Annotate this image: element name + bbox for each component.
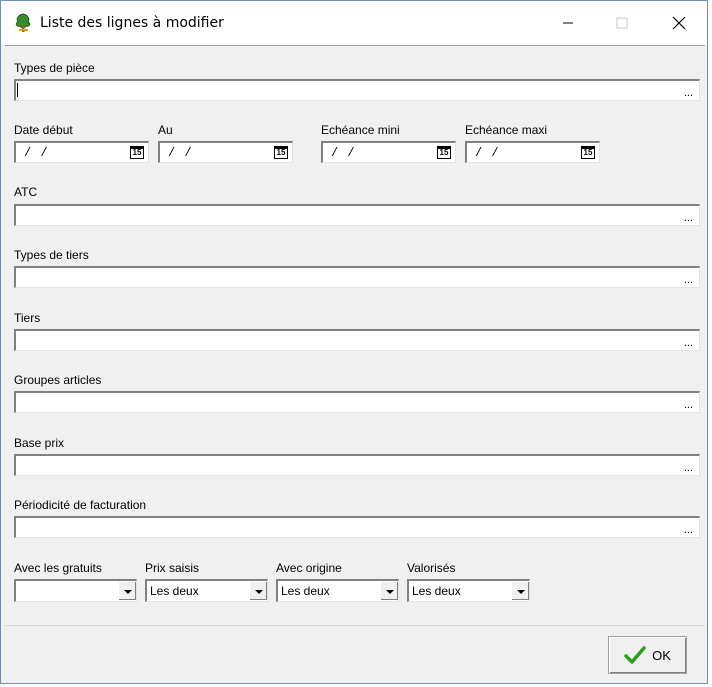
avec-origine-select[interactable]: Les deux bbox=[276, 579, 399, 602]
base-prix-label: Base prix bbox=[14, 436, 65, 450]
groupes-articles-label: Groupes articles bbox=[14, 373, 102, 387]
periodicite-label: Périodicité de facturation bbox=[14, 498, 147, 512]
valorises-value: Les deux bbox=[412, 584, 461, 598]
base-prix-browse-button[interactable]: ... bbox=[684, 462, 693, 474]
checkmark-icon bbox=[624, 646, 646, 664]
groupes-articles-browse-button[interactable]: ... bbox=[684, 399, 693, 411]
maximize-button[interactable] bbox=[599, 1, 645, 45]
atc-input[interactable]: ... bbox=[14, 204, 700, 226]
prix-saisis-value: Les deux bbox=[150, 584, 199, 598]
periodicite-input[interactable]: ... bbox=[14, 516, 700, 538]
prix-saisis-select[interactable]: Les deux bbox=[145, 579, 268, 602]
prix-saisis-label: Prix saisis bbox=[145, 561, 200, 575]
minimize-button[interactable] bbox=[545, 1, 591, 45]
avec-origine-value: Les deux bbox=[281, 584, 330, 598]
groupes-articles-input[interactable]: ... bbox=[14, 391, 700, 413]
dialog-window: Liste des lignes à modifier Types de piè… bbox=[0, 0, 708, 684]
window-title: Liste des lignes à modifier bbox=[40, 15, 224, 31]
types-piece-browse-button[interactable]: ... bbox=[684, 87, 693, 99]
button-bar bbox=[5, 625, 705, 683]
ok-button[interactable]: OK bbox=[608, 636, 687, 674]
text-caret bbox=[17, 83, 18, 97]
tiers-browse-button[interactable]: ... bbox=[684, 337, 693, 349]
valorises-label: Valorisés bbox=[407, 561, 456, 575]
calendar-icon[interactable]: 15 bbox=[130, 146, 144, 159]
periodicite-browse-button[interactable]: ... bbox=[684, 524, 693, 536]
types-tiers-browse-button[interactable]: ... bbox=[684, 274, 693, 286]
title-bar[interactable]: Liste des lignes à modifier bbox=[1, 1, 707, 45]
au-label: Au bbox=[158, 123, 173, 137]
avec-gratuits-select[interactable] bbox=[14, 579, 137, 602]
echeance-maxi-label: Echéance maxi bbox=[465, 123, 548, 137]
echeance-maxi-value: / / bbox=[475, 146, 500, 160]
echeance-maxi-input[interactable]: / / 15 bbox=[465, 141, 600, 163]
types-piece-label: Types de pièce bbox=[14, 61, 95, 75]
types-tiers-input[interactable]: ... bbox=[14, 266, 700, 288]
dropdown-arrow-icon[interactable] bbox=[118, 581, 136, 600]
types-tiers-label: Types de tiers bbox=[14, 248, 89, 262]
dropdown-arrow-icon[interactable] bbox=[249, 581, 267, 600]
echeance-mini-input[interactable]: / / 15 bbox=[321, 141, 456, 163]
maximize-icon bbox=[616, 17, 628, 29]
atc-browse-button[interactable]: ... bbox=[684, 212, 693, 224]
close-button[interactable] bbox=[656, 1, 702, 45]
date-debut-input[interactable]: / / 15 bbox=[14, 141, 149, 163]
echeance-mini-label: Echéance mini bbox=[321, 123, 400, 137]
valorises-select[interactable]: Les deux bbox=[407, 579, 530, 602]
types-piece-input[interactable]: ... bbox=[14, 79, 700, 101]
atc-label: ATC bbox=[14, 185, 38, 199]
tiers-label: Tiers bbox=[14, 311, 41, 325]
echeance-mini-value: / / bbox=[331, 146, 356, 160]
base-prix-input[interactable]: ... bbox=[14, 454, 700, 476]
date-debut-value: / / bbox=[24, 146, 49, 160]
calendar-icon[interactable]: 15 bbox=[581, 146, 595, 159]
ok-label: OK bbox=[652, 647, 671, 663]
minimize-icon bbox=[563, 22, 573, 24]
calendar-icon[interactable]: 15 bbox=[274, 146, 288, 159]
au-input[interactable]: / / 15 bbox=[158, 141, 293, 163]
dropdown-arrow-icon[interactable] bbox=[380, 581, 398, 600]
app-tree-icon bbox=[15, 13, 31, 32]
avec-origine-label: Avec origine bbox=[276, 561, 342, 575]
tiers-input[interactable]: ... bbox=[14, 329, 700, 351]
close-icon bbox=[672, 16, 686, 30]
date-debut-label: Date début bbox=[14, 123, 73, 137]
au-value: / / bbox=[168, 146, 193, 160]
dropdown-arrow-icon[interactable] bbox=[511, 581, 529, 600]
calendar-icon[interactable]: 15 bbox=[437, 146, 451, 159]
avec-gratuits-label: Avec les gratuits bbox=[14, 561, 102, 575]
